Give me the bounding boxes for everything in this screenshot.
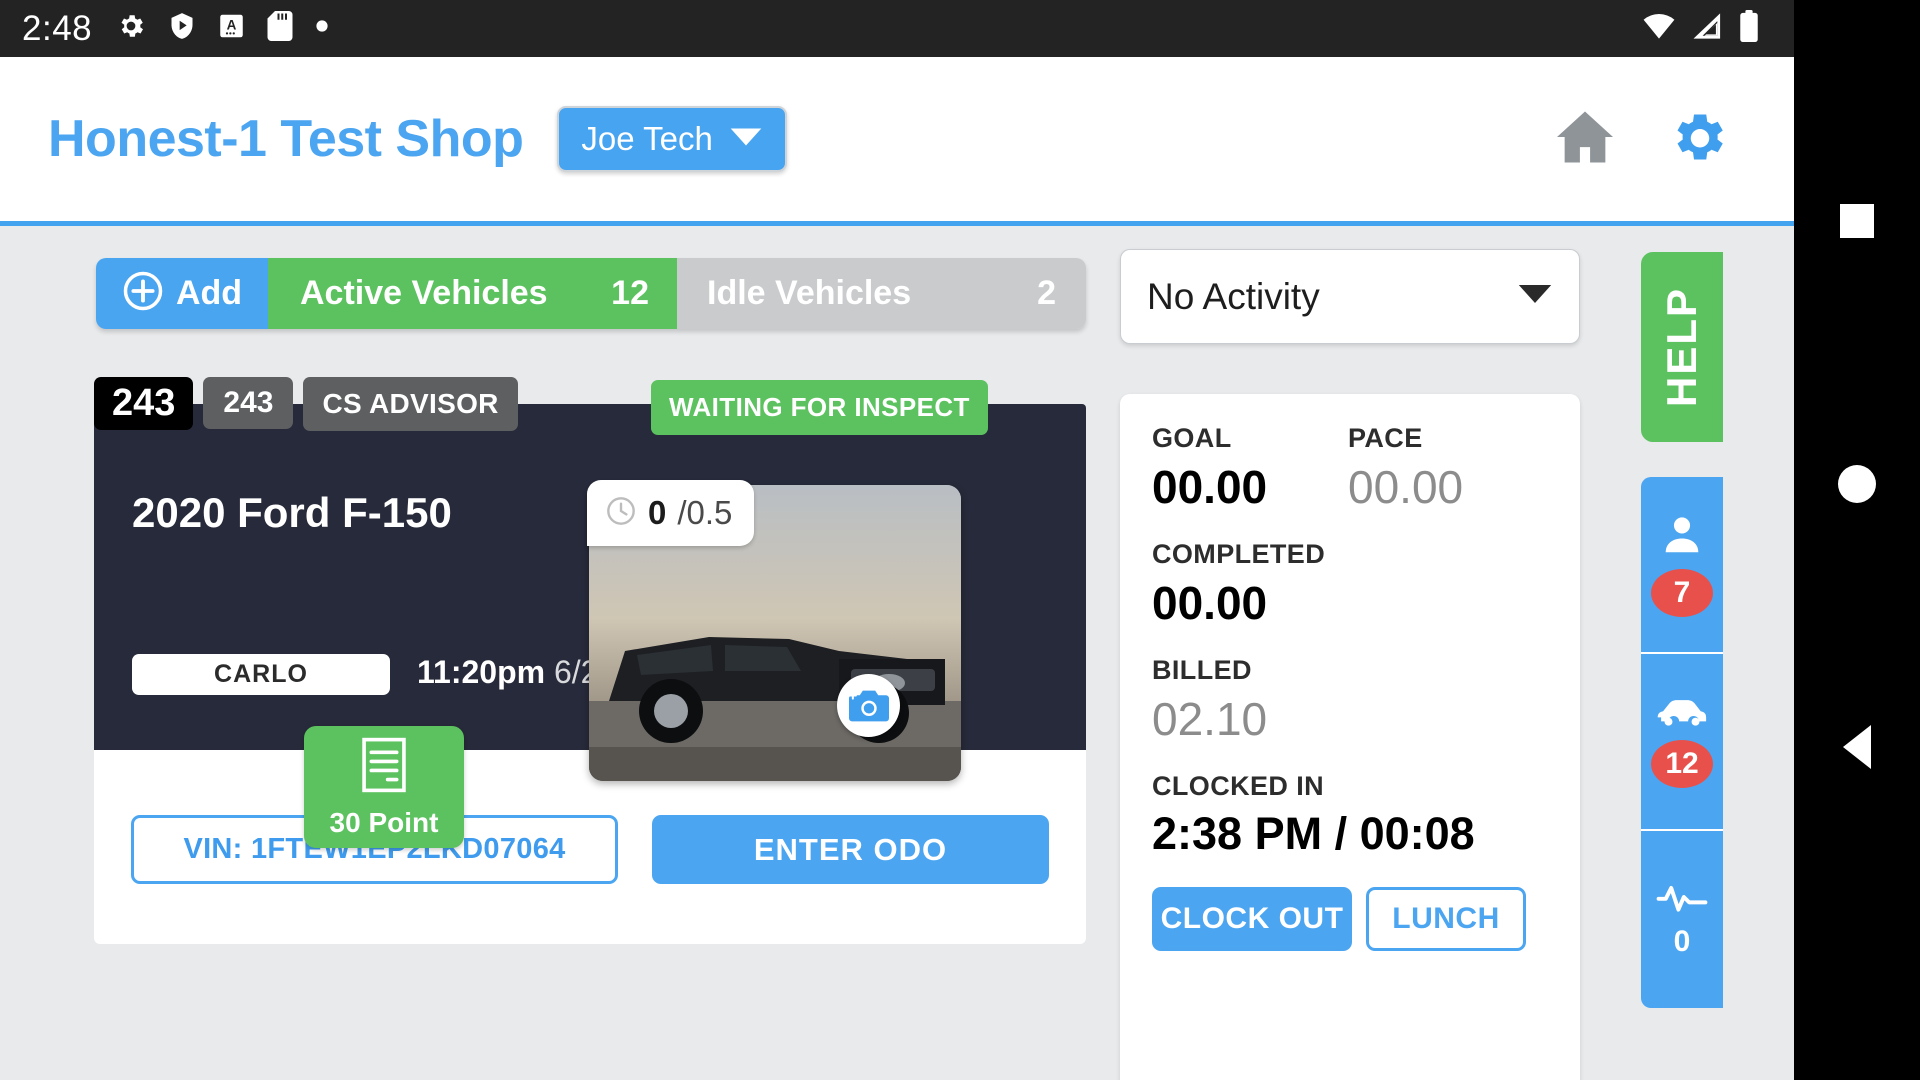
screen-root: 2:48 A Honest-1 Test Shop Joe Tech Add A… (0, 0, 1920, 1080)
goal-label: GOAL (1152, 423, 1232, 453)
app-viewport: 2:48 A Honest-1 Test Shop Joe Tech Add A… (0, 0, 1794, 1080)
tab-add-vehicle[interactable]: Add (96, 258, 268, 329)
person-icon (1658, 512, 1706, 563)
completed-label: COMPLETED (1152, 539, 1326, 569)
triangle-back-icon[interactable] (1843, 725, 1871, 769)
pace-value: 00.00 (1348, 461, 1464, 513)
vehicle-time-value: 11:20pm (417, 654, 546, 690)
clocked-in-block: CLOCKED IN 2:38 PM / 00:08 (1152, 771, 1548, 860)
help-button[interactable]: HELP (1641, 252, 1723, 442)
completed-value: 00.00 (1152, 577, 1268, 629)
status-badge: WAITING FOR INSPECT (651, 380, 988, 435)
accessibility-icon: A (218, 12, 245, 45)
tab-idle-count: 2 (1037, 274, 1056, 312)
svg-text:A: A (227, 17, 237, 32)
vehicle-card-upper: 2020 Ford F-150 CARLO 11:20pm 6/22 Mon (94, 404, 1086, 848)
rail-badge-customers: 7 (1651, 569, 1713, 617)
tab-idle-vehicles[interactable]: Idle Vehicles 2 (677, 258, 1086, 329)
pace-label: PACE (1348, 423, 1423, 453)
battery-icon (1738, 10, 1760, 47)
home-icon[interactable] (1554, 109, 1616, 170)
user-name-label: Joe Tech (581, 120, 713, 157)
status-bar-clock: 2:48 (22, 8, 93, 48)
assigned-tech-label: CARLO (214, 660, 308, 688)
right-rail: HELP 7 12 0 (1602, 231, 1794, 1080)
assigned-tech-pill[interactable]: CARLO (132, 654, 390, 695)
circle-icon[interactable] (1838, 465, 1876, 503)
clock-out-label: CLOCK OUT (1160, 902, 1344, 935)
clock-out-button[interactable]: CLOCK OUT (1152, 887, 1352, 951)
activity-selected-value: No Activity (1147, 275, 1320, 317)
goal-value: 00.00 (1152, 461, 1268, 513)
hours-chip: 0 /0.5 (587, 480, 755, 546)
add-photo-icon[interactable] (837, 674, 900, 737)
rail-item-vehicles[interactable]: 12 (1641, 654, 1723, 831)
billed-block: BILLED 02.10 (1152, 655, 1548, 746)
help-label: HELP (1658, 286, 1706, 408)
status-bar-system-icons (1641, 10, 1772, 47)
sd-card-icon (267, 11, 293, 46)
chevron-down-icon (729, 126, 763, 153)
activity-select[interactable]: No Activity (1120, 249, 1580, 344)
inspection-button[interactable]: 30 Point (304, 726, 464, 848)
wifi-icon (1641, 12, 1677, 45)
status-bar-notification-icons: A (116, 11, 329, 46)
rail-badge-activity: 0 (1673, 925, 1691, 958)
android-navigation-bar (1794, 0, 1920, 1080)
role-badge: CS ADVISOR (303, 377, 518, 431)
ro-number-secondary-badge: 243 (203, 377, 294, 429)
header-actions (1554, 107, 1746, 172)
android-status-bar: 2:48 A (0, 0, 1794, 57)
tab-active-count: 12 (611, 274, 649, 312)
dot-icon (315, 19, 329, 38)
plus-circle-icon (122, 270, 164, 317)
gear-icon[interactable] (1668, 107, 1730, 172)
enter-odo-label: ENTER ODO (753, 831, 948, 867)
clocked-in-value: 2:38 PM / 00:08 (1152, 808, 1475, 859)
billed-value: 02.10 (1152, 693, 1268, 745)
enter-odo-button[interactable]: ENTER ODO (652, 815, 1049, 884)
goal-block: GOAL 00.00 (1152, 423, 1348, 514)
chevron-down-icon (1517, 283, 1553, 310)
billed-label: BILLED (1152, 655, 1252, 685)
vehicle-card-badges: 243 243 CS ADVISOR (94, 377, 518, 431)
completed-block: COMPLETED 00.00 (1152, 539, 1548, 630)
cell-signal-icon (1691, 12, 1724, 45)
lunch-button[interactable]: LUNCH (1366, 887, 1526, 951)
inspection-label: 30 Point (329, 806, 439, 838)
clocked-in-label: CLOCKED IN (1152, 771, 1324, 801)
shield-play-icon (168, 11, 196, 46)
vehicle-tab-bar: Add Active Vehicles 12 Idle Vehicles 2 (96, 258, 1086, 329)
page-title: Honest-1 Test Shop (48, 110, 524, 168)
rail-badge-vehicles: 12 (1651, 740, 1713, 788)
lunch-label: LUNCH (1392, 902, 1500, 935)
pace-block: PACE 00.00 (1348, 423, 1463, 514)
tab-active-label: Active Vehicles (300, 274, 548, 312)
rail-item-customers[interactable]: 7 (1641, 477, 1723, 654)
truck-illustration (589, 637, 961, 781)
vehicle-card[interactable]: 243 243 CS ADVISOR WAITING FOR INSPECT 2… (94, 377, 1086, 944)
car-icon (1655, 695, 1709, 734)
pulse-icon (1655, 880, 1709, 919)
tab-add-label: Add (175, 274, 243, 312)
clock-action-buttons: CLOCK OUT LUNCH (1152, 887, 1548, 951)
rail-item-activity[interactable]: 0 (1641, 831, 1723, 1008)
hours-total: /0.5 (677, 494, 733, 531)
tab-active-vehicles[interactable]: Active Vehicles 12 (268, 258, 677, 329)
user-selector-button[interactable]: Joe Tech (557, 106, 787, 172)
checklist-icon (357, 736, 411, 799)
clock-icon (605, 495, 637, 532)
tech-stats-panel: GOAL 00.00 PACE 00.00 COMPLETED 00.00 BI… (1120, 394, 1580, 1080)
goal-pace-row: GOAL 00.00 PACE 00.00 (1152, 423, 1548, 514)
ro-number-badge: 243 (94, 377, 194, 430)
hours-done: 0 (648, 494, 667, 531)
main-content: Add Active Vehicles 12 Idle Vehicles 2 2… (0, 231, 1794, 1080)
gear-icon (116, 11, 146, 46)
rail-counter-group: 7 12 0 (1641, 477, 1723, 1008)
app-header: Honest-1 Test Shop Joe Tech (0, 57, 1794, 226)
tab-idle-label: Idle Vehicles (707, 274, 912, 312)
square-icon[interactable] (1840, 204, 1874, 238)
